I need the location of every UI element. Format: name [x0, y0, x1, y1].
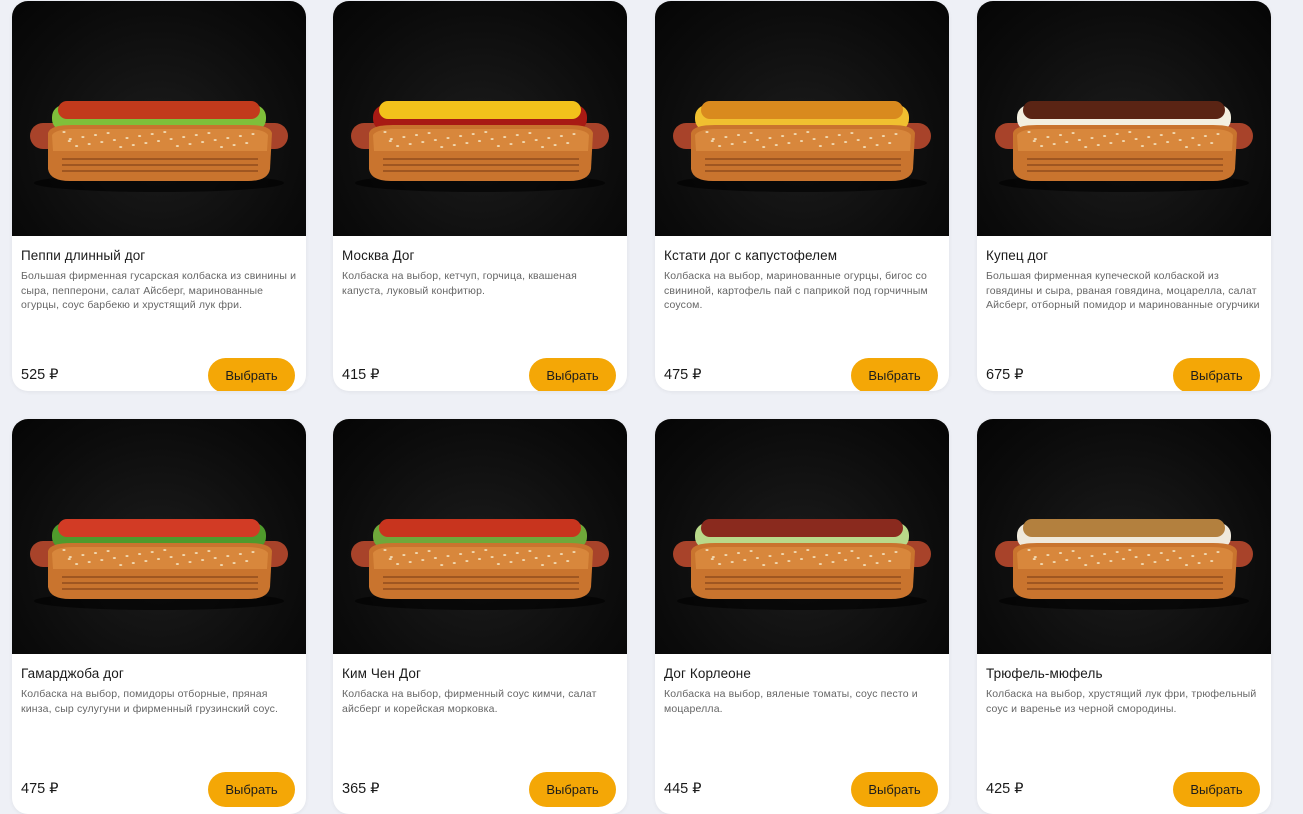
- product-description: Большая фирменная гусарская колбаска из …: [21, 270, 297, 311]
- product-card[interactable]: Москва Дог Колбаска на выбор, кетчуп, го…: [333, 1, 627, 391]
- hotdog-image: [30, 101, 288, 192]
- product-photo[interactable]: [12, 419, 306, 654]
- product-description: Колбаска на выбор, маринованные огурцы, …: [664, 270, 928, 311]
- select-button[interactable]: Выбрать: [208, 772, 295, 807]
- select-button[interactable]: Выбрать: [851, 772, 938, 807]
- product-description: Колбаска на выбор, хрустящий лук фри, тр…: [986, 688, 1257, 715]
- product-photo[interactable]: [12, 1, 306, 236]
- product-description: Колбаска на выбор, фирменный соус кимчи,…: [342, 688, 597, 715]
- hotdog-image: [995, 101, 1253, 192]
- product-card[interactable]: Гамарджоба дог Колбаска на выбор, помидо…: [12, 419, 306, 814]
- product-description: Колбаска на выбор, вяленые томаты, соус …: [664, 688, 918, 715]
- product-description: Колбаска на выбор, кетчуп, горчица, кваш…: [342, 270, 577, 297]
- product-price: 475 ₽: [664, 367, 702, 383]
- hotdog-image: [673, 101, 931, 192]
- select-button[interactable]: Выбрать: [851, 358, 938, 391]
- product-title: Дог Корлеоне: [664, 666, 751, 681]
- product-card[interactable]: Ким Чен Дог Колбаска на выбор, фирменный…: [333, 419, 627, 814]
- product-card[interactable]: Пеппи длинный дог Большая фирменная гуса…: [12, 1, 306, 391]
- product-photo[interactable]: [655, 1, 949, 236]
- product-card[interactable]: Купец дог Большая фирменная купеческой к…: [977, 1, 1271, 391]
- product-card[interactable]: Дог Корлеоне Колбаска на выбор, вяленые …: [655, 419, 949, 814]
- product-title: Трюфель-мюфель: [986, 666, 1103, 681]
- product-price: 675 ₽: [986, 367, 1024, 383]
- hotdog-image: [673, 519, 931, 610]
- product-description: Колбаска на выбор, помидоры отборные, пр…: [21, 688, 279, 715]
- product-title: Москва Дог: [342, 248, 415, 263]
- hotdog-image: [351, 519, 609, 610]
- product-photo[interactable]: [333, 1, 627, 236]
- product-title: Купец дог: [986, 248, 1049, 263]
- product-price: 525 ₽: [21, 367, 59, 383]
- hotdog-image: [351, 101, 609, 192]
- product-description: Большая фирменная купеческой колбаской и…: [986, 270, 1260, 311]
- select-button[interactable]: Выбрать: [208, 358, 295, 391]
- select-button[interactable]: Выбрать: [529, 358, 616, 391]
- product-card[interactable]: Трюфель-мюфель Колбаска на выбор, хрустя…: [977, 419, 1271, 814]
- product-title: Кстати дог с капустофелем: [664, 248, 838, 263]
- product-title: Гамарджоба дог: [21, 666, 124, 681]
- product-price: 415 ₽: [342, 367, 380, 383]
- hotdog-image: [30, 519, 288, 610]
- select-button[interactable]: Выбрать: [529, 772, 616, 807]
- product-title: Пеппи длинный дог: [21, 248, 146, 263]
- product-photo[interactable]: [655, 419, 949, 654]
- product-photo[interactable]: [333, 419, 627, 654]
- product-title: Ким Чен Дог: [342, 666, 421, 681]
- product-photo[interactable]: [977, 1, 1271, 236]
- hotdog-image: [995, 519, 1253, 610]
- select-button[interactable]: Выбрать: [1173, 358, 1260, 391]
- select-button[interactable]: Выбрать: [1173, 772, 1260, 807]
- product-photo[interactable]: [977, 419, 1271, 654]
- product-card[interactable]: Кстати дог с капустофелем Колбаска на вы…: [655, 1, 949, 391]
